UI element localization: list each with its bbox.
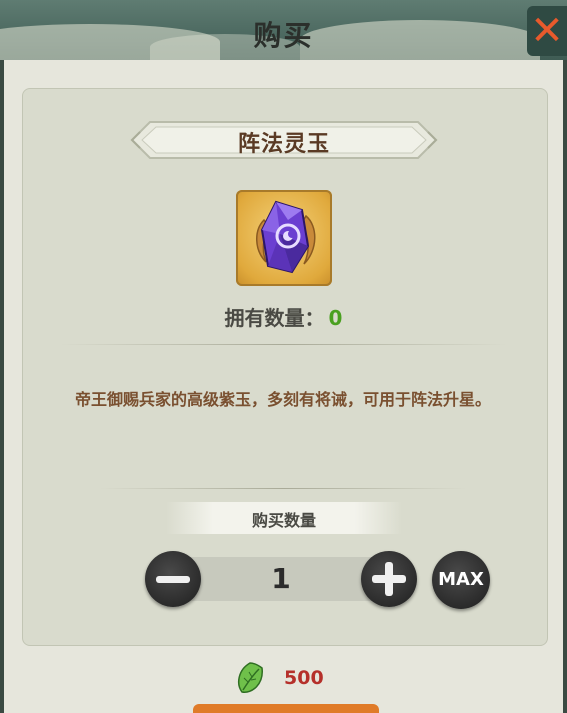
buy-button[interactable]: [193, 704, 379, 713]
decrease-quantity-button[interactable]: [145, 551, 201, 607]
price-value: 500: [284, 667, 324, 689]
quantity-label-band: 购买数量: [166, 502, 402, 534]
divider: [100, 488, 467, 489]
close-icon: ✕: [530, 8, 564, 54]
item-name: 阵法灵玉: [237, 132, 330, 157]
minus-icon: [156, 576, 190, 583]
purple-jade-icon: [236, 190, 332, 286]
increase-quantity-button[interactable]: [361, 551, 417, 607]
purple-jade-icon: [256, 200, 316, 274]
max-quantity-button[interactable]: MAX: [432, 551, 490, 609]
max-button-label: MAX: [438, 569, 484, 590]
owned-count-label: 拥有数量：: [224, 306, 325, 330]
dialog-header: 购买 ✕: [0, 0, 567, 60]
quantity-label: 购买数量: [251, 511, 316, 530]
frame-edge-left: [0, 60, 4, 713]
divider: [60, 344, 507, 345]
frame-edge-right: [563, 60, 567, 713]
item-name-banner: 阵法灵玉: [130, 120, 438, 160]
owned-count-value: 0: [328, 306, 343, 330]
close-button[interactable]: ✕: [527, 6, 567, 56]
green-leaf-icon: [237, 662, 263, 693]
plus-icon: [385, 562, 393, 596]
owned-count: 拥有数量： 0: [0, 302, 567, 331]
quantity-value[interactable]: 1: [201, 562, 361, 595]
item-description: 帝王御赐兵家的高级紫玉，多刻有将诫，可用于阵法升星。: [74, 390, 491, 409]
purchase-dialog: 购买 ✕ 阵法灵玉 拥有数量： 0 帝王御赐兵家的高级紫玉，多刻有将诫，可用于阵…: [0, 0, 567, 713]
dialog-title: 购买: [253, 19, 314, 52]
